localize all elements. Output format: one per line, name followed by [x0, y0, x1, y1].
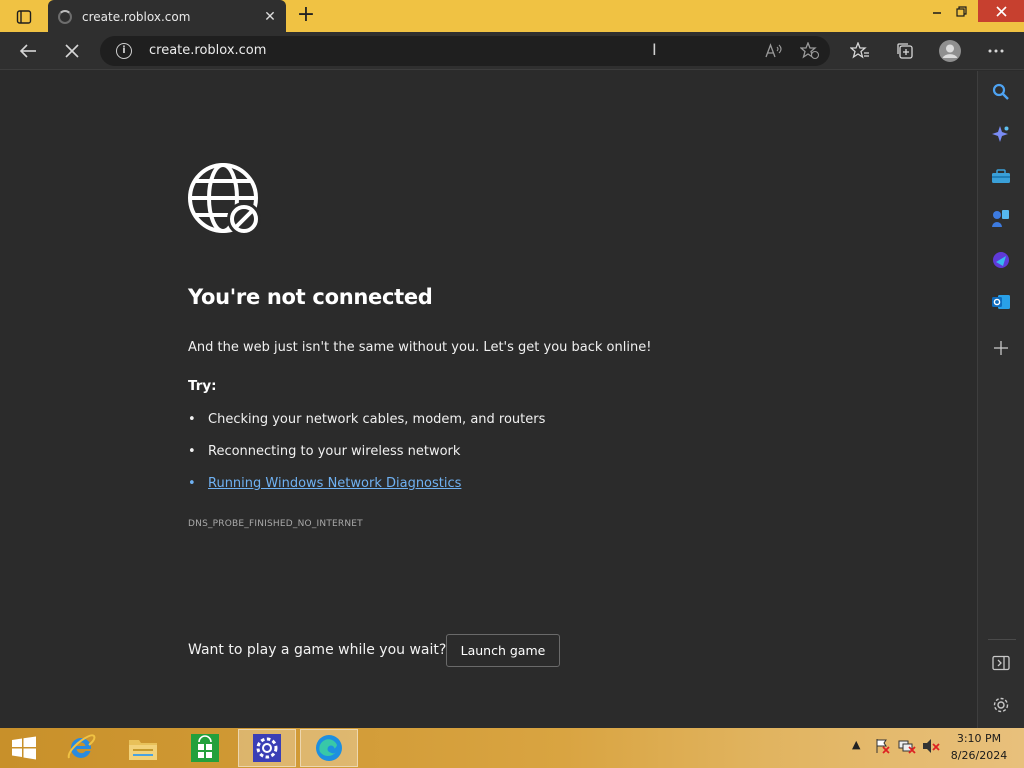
- copilot-icon: [992, 126, 1009, 142]
- close-icon: [995, 5, 1007, 17]
- tab-actions-button[interactable]: [8, 6, 40, 28]
- back-arrow-icon: [19, 44, 36, 58]
- add-favorite-button[interactable]: [798, 40, 822, 62]
- read-aloud-button[interactable]: [761, 40, 785, 62]
- stop-loading-button[interactable]: [57, 36, 87, 66]
- gear-icon: [253, 734, 281, 762]
- address-bar[interactable]: i create.roblox.com I: [100, 36, 830, 66]
- windows-logo-icon: [12, 736, 36, 760]
- taskbar-clock[interactable]: 3:10 PM 8/26/2024: [944, 730, 1014, 764]
- stop-icon: [65, 44, 79, 58]
- edge-icon: [316, 735, 342, 761]
- suggestion-text: Checking your network cables, modem, and…: [208, 412, 546, 427]
- volume-icon[interactable]: [922, 738, 940, 757]
- taskbar-settings[interactable]: [238, 729, 296, 767]
- sidebar-add-button[interactable]: [988, 335, 1014, 361]
- settings-icon: [993, 697, 1009, 713]
- close-window-button[interactable]: [978, 0, 1024, 22]
- add-favorite-icon: [800, 42, 820, 60]
- sidebar-divider: [988, 639, 1016, 640]
- sidebar-item-search[interactable]: [988, 79, 1014, 105]
- sidebar-item-copilot[interactable]: [988, 121, 1014, 147]
- error-code: DNS_PROBE_FINISHED_NO_INTERNET: [188, 519, 363, 529]
- sidebar-settings-button[interactable]: [988, 692, 1014, 718]
- tab-title: create.roblox.com: [82, 9, 191, 24]
- bullet-icon: •: [188, 412, 196, 427]
- tools-icon: [992, 169, 1010, 183]
- try-label: Try:: [188, 378, 217, 394]
- hide-sidebar-button[interactable]: [988, 650, 1014, 676]
- sidebar-item-designer[interactable]: [988, 247, 1014, 273]
- new-tab-button[interactable]: +: [294, 4, 318, 28]
- back-button[interactable]: [13, 36, 43, 66]
- taskbar-store[interactable]: [176, 729, 234, 767]
- profile-button[interactable]: [935, 36, 965, 66]
- taskbar-edge[interactable]: [300, 729, 358, 767]
- close-tab-button[interactable]: ✕: [260, 7, 280, 27]
- taskbar-internet-explorer[interactable]: [52, 729, 110, 767]
- file-explorer-icon: [129, 740, 157, 760]
- network-icon[interactable]: [898, 738, 916, 757]
- windows-taskbar: ▲ 3:10 PM 8/26/2024: [0, 728, 1024, 768]
- clock-date: 8/26/2024: [950, 749, 1008, 762]
- settings-and-more-button[interactable]: [981, 36, 1011, 66]
- internet-explorer-icon: [67, 734, 96, 759]
- site-info-icon[interactable]: i: [116, 43, 132, 59]
- suggestion-item: • Reconnecting to your wireless network: [188, 444, 460, 459]
- sidebar-item-tools[interactable]: [988, 163, 1014, 189]
- globe-offline-icon: [188, 163, 261, 236]
- search-icon: [992, 83, 1009, 100]
- loading-spinner-icon: [58, 9, 72, 24]
- url-text[interactable]: create.roblox.com: [149, 43, 266, 58]
- sidebar-item-outlook[interactable]: [988, 289, 1014, 315]
- suggestion-item: • Checking your network cables, modem, a…: [188, 412, 545, 427]
- favorites-icon: [850, 42, 869, 59]
- designer-icon: [993, 252, 1009, 268]
- network-diagnostics-link[interactable]: Running Windows Network Diagnostics: [208, 476, 461, 491]
- favorites-button[interactable]: [845, 36, 875, 66]
- taskbar-file-explorer[interactable]: [114, 729, 172, 767]
- outlook-icon: [992, 295, 1010, 309]
- browser-tab[interactable]: create.roblox.com ✕: [48, 0, 286, 33]
- sidebar-item-games[interactable]: [988, 205, 1014, 231]
- show-hidden-icons-button[interactable]: ▲: [852, 738, 860, 751]
- game-prompt: Want to play a game while you wait?: [188, 642, 447, 658]
- title-bar: create.roblox.com ✕ +: [0, 0, 1024, 33]
- collections-icon: [897, 43, 913, 59]
- edge-sidebar: [977, 71, 1024, 728]
- text-cursor-icon: I: [652, 40, 657, 59]
- read-aloud-icon: [765, 43, 782, 58]
- store-icon: [191, 734, 219, 762]
- games-icon: [992, 210, 1009, 227]
- restore-icon: [955, 5, 967, 17]
- action-center-icon[interactable]: [874, 738, 890, 757]
- restore-button[interactable]: [946, 0, 976, 22]
- bullet-icon: •: [188, 444, 196, 459]
- suggestion-text: Reconnecting to your wireless network: [208, 444, 461, 459]
- error-description: And the web just isn't the same without …: [188, 340, 652, 355]
- hide-sidebar-icon: [992, 655, 1010, 671]
- launch-game-button[interactable]: Launch game: [446, 634, 560, 667]
- avatar: [939, 40, 961, 62]
- bullet-icon: •: [188, 476, 196, 491]
- error-page: You're not connected And the web just is…: [0, 71, 977, 728]
- add-icon: [994, 341, 1008, 355]
- suggestion-item: • Running Windows Network Diagnostics: [188, 476, 461, 491]
- collections-button[interactable]: [890, 36, 920, 66]
- clock-time: 3:10 PM: [956, 732, 1002, 745]
- tab-actions-icon: [16, 10, 32, 24]
- start-button[interactable]: [0, 729, 48, 767]
- minimize-icon: [933, 12, 941, 14]
- page-title: You're not connected: [188, 285, 433, 309]
- more-icon: [988, 49, 1004, 53]
